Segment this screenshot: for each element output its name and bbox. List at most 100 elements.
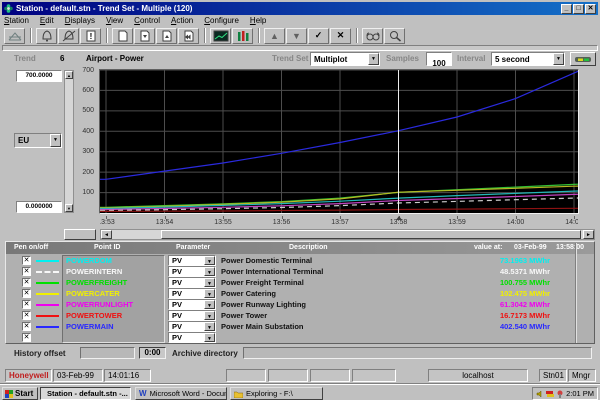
task-explorer[interactable]: Exploring - F:\ [230,387,323,400]
maximize-button[interactable]: □ [573,4,584,14]
pen-checkbox[interactable]: ✕ [22,333,31,342]
scroll-left-icon[interactable]: ◄ [101,230,112,239]
parameter-combo[interactable]: PV▼ [168,310,216,321]
pen-checkbox[interactable]: ✕ [22,300,31,309]
tray-status-icon[interactable] [556,390,564,398]
table-row: ✕ POWERINTERN PV▼ Power International Te… [5,266,595,277]
accept-icon[interactable]: ✓ [308,28,329,44]
table-row: ✕ POWERTOWER PV▼ Power Tower 16.7173 MWh… [5,310,595,321]
pen-value: 100.755 MWhr [425,278,550,287]
archive-directory-input[interactable] [243,347,592,359]
chevron-down-icon[interactable]: ▼ [204,278,215,287]
zoom-icon[interactable] [384,28,405,44]
page-icon[interactable] [112,28,133,44]
network-icon[interactable] [4,28,25,44]
page-recall-icon[interactable] [178,28,199,44]
scroll-corner-box[interactable] [64,229,96,240]
menu-action[interactable]: Action [171,16,193,26]
scale-min-input[interactable]: 0.000000 [16,201,62,213]
scale-max-input[interactable]: 700.0000 [16,70,62,82]
time-scrollbar[interactable]: ◄ ► [100,229,595,240]
point-id[interactable]: POWERMAIN [66,322,114,331]
pen-checkbox[interactable]: ✕ [22,267,31,276]
lower-icon[interactable]: ▼ [286,28,307,44]
chevron-down-icon[interactable]: ▼ [204,267,215,276]
task-station[interactable]: Station - default.stn -... [40,387,131,400]
parameter-combo[interactable]: PV▼ [168,321,216,332]
task-word[interactable]: W Microsoft Word - Document5 [135,387,227,400]
point-id[interactable]: POWERFREIGHT [66,278,127,287]
menu-help[interactable]: Help [250,16,266,26]
tray-app-icon[interactable] [546,390,554,398]
browse-icon[interactable] [362,28,383,44]
point-id[interactable]: POWERTOWER [66,311,122,320]
parameter-combo[interactable]: PV▼ [168,332,216,343]
trend-tool-button[interactable] [570,52,596,66]
menu-view[interactable]: View [106,16,123,26]
chevron-down-icon[interactable]: ▼ [553,53,564,65]
chevron-down-icon[interactable]: ▼ [204,333,215,342]
parameter-combo[interactable]: PV▼ [168,288,216,299]
menu-edit[interactable]: Edit [40,16,54,26]
chevron-down-icon[interactable]: ▼ [204,311,215,320]
alarm-silence-icon[interactable] [58,28,79,44]
chevron-down-icon[interactable]: ▼ [204,289,215,298]
title-bar: Station - default.stn - Trend Set - Mult… [2,2,598,15]
eu-combo[interactable]: EU ▼ [14,133,62,148]
parameter-combo[interactable]: PV▼ [168,255,216,266]
point-id[interactable]: POWERINTERN [66,267,122,276]
chevron-down-icon[interactable]: ▼ [204,256,215,265]
menu-configure[interactable]: Configure [204,16,239,26]
speaker-icon[interactable] [536,390,544,398]
page-down-icon[interactable] [134,28,155,44]
parameter-value: PV [169,256,204,265]
cursor-caret-icon[interactable] [396,216,402,220]
start-button[interactable]: Start [2,387,38,400]
chevron-down-icon[interactable]: ▼ [204,322,215,331]
pen-checkbox[interactable]: ✕ [22,256,31,265]
description: Power Catering [221,289,276,298]
pen-checkbox[interactable]: ✕ [22,278,31,287]
samples-input[interactable]: 100 [426,52,452,66]
offset-display-value: 0:00 [144,348,160,357]
chevron-down-icon[interactable]: ▼ [204,300,215,309]
point-id[interactable]: POWERRUNLIGHT [66,300,133,309]
table-row: ✕ POWERDOM PV▼ Power Domestic Terminal 7… [5,255,595,266]
alarm-bell-icon[interactable] [36,28,57,44]
pen-checkbox[interactable]: ✕ [22,289,31,298]
trend-set-combo[interactable]: Multiplot ▼ [310,52,380,66]
parameter-combo[interactable]: PV▼ [168,277,216,288]
pen-sample-icon [36,282,59,284]
eu-value: EU [15,136,50,145]
pen-checkbox[interactable]: ✕ [22,322,31,331]
task-label: Exploring - F:\ [246,389,293,398]
col-value-at: value at: [474,244,502,251]
minimize-button[interactable]: _ [561,4,572,14]
trend-display-icon[interactable] [210,28,231,44]
pen-sample-icon [36,337,59,339]
point-id[interactable]: POWERDOM [66,256,112,265]
point-id[interactable]: POWERCATER [66,289,120,298]
scrollbar-thumb[interactable] [161,230,581,239]
chevron-down-icon[interactable]: ▼ [50,134,61,147]
menu-station[interactable]: Station [4,16,29,26]
alarm-summary-icon[interactable]: ! [80,28,101,44]
chevron-down-icon[interactable]: ▼ [368,53,379,65]
parameter-combo[interactable]: PV▼ [168,299,216,310]
toolbar-separator [30,28,32,43]
history-offset-input[interactable] [80,347,135,359]
scroll-right-icon[interactable]: ► [583,230,594,239]
toolbar-separator [106,28,108,43]
cancel-icon[interactable]: ✕ [330,28,351,44]
parameter-combo[interactable]: PV▼ [168,266,216,277]
interval-combo[interactable]: 5 second ▼ [491,52,565,66]
page-up-icon[interactable] [156,28,177,44]
pen-checkbox[interactable]: ✕ [22,311,31,320]
col-description: Description [289,244,328,251]
close-button[interactable]: ✕ [585,4,596,14]
menu-control[interactable]: Control [134,16,160,26]
trend-plot[interactable] [100,70,578,213]
group-display-icon[interactable] [232,28,253,44]
menu-displays[interactable]: Displays [65,16,95,26]
raise-icon[interactable]: ▲ [264,28,285,44]
